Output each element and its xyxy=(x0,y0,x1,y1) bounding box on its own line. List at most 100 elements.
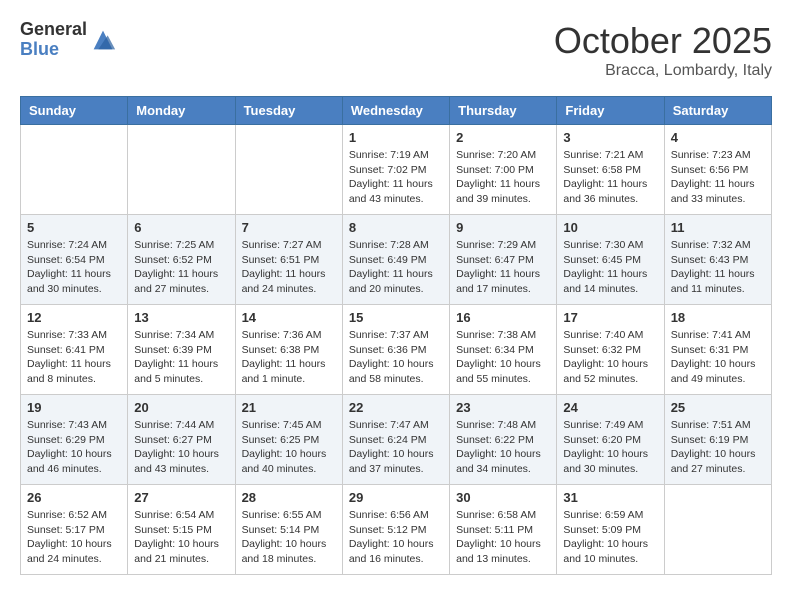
week-row-3: 12 Sunrise: 7:33 AM Sunset: 6:41 PM Dayli… xyxy=(21,305,772,395)
calendar-cell: 1 Sunrise: 7:19 AM Sunset: 7:02 PM Daylig… xyxy=(342,125,449,215)
day-number: 26 xyxy=(27,490,121,505)
day-info: Sunrise: 7:23 AM Sunset: 6:56 PM Dayligh… xyxy=(671,148,765,207)
day-number: 21 xyxy=(242,400,336,415)
header-friday: Friday xyxy=(557,97,664,125)
day-info: Sunrise: 7:24 AM Sunset: 6:54 PM Dayligh… xyxy=(27,238,121,297)
calendar-cell: 30Sunrise: 6:58 AM Sunset: 5:11 PM Dayli… xyxy=(450,485,557,575)
calendar-cell: 31 Sunrise: 6:59 AM Sunset: 5:09 PM Dayli… xyxy=(557,485,664,575)
day-info: Sunrise: 7:36 AM Sunset: 6:38 PM Dayligh… xyxy=(242,328,336,387)
day-number: 24 xyxy=(563,400,657,415)
day-info: Sunrise: 7:20 AM Sunset: 7:00 PM Dayligh… xyxy=(456,148,550,207)
day-number: 20 xyxy=(134,400,228,415)
day-info: Sunrise: 6:59 AM Sunset: 5:09 PM Dayligh… xyxy=(563,508,657,567)
calendar-cell xyxy=(128,125,235,215)
day-info: Sunrise: 7:45 AM Sunset: 6:25 PM Dayligh… xyxy=(242,418,336,477)
day-number: 5 xyxy=(27,220,121,235)
day-info: Sunrise: 7:43 AM Sunset: 6:29 PM Dayligh… xyxy=(27,418,121,477)
header-saturday: Saturday xyxy=(664,97,771,125)
day-number: 7 xyxy=(242,220,336,235)
calendar-cell: 20 Sunrise: 7:44 AM Sunset: 6:27 PM Dayli… xyxy=(128,395,235,485)
day-number: 18 xyxy=(671,310,765,325)
logo-blue-text: Blue xyxy=(20,40,87,60)
calendar-cell xyxy=(235,125,342,215)
day-info: Sunrise: 7:28 AM Sunset: 6:49 PM Dayligh… xyxy=(349,238,443,297)
week-row-4: 19 Sunrise: 7:43 AM Sunset: 6:29 PM Dayli… xyxy=(21,395,772,485)
day-info: Sunrise: 7:49 AM Sunset: 6:20 PM Dayligh… xyxy=(563,418,657,477)
day-info: Sunrise: 7:47 AM Sunset: 6:24 PM Dayligh… xyxy=(349,418,443,477)
calendar-cell: 12 Sunrise: 7:33 AM Sunset: 6:41 PM Dayli… xyxy=(21,305,128,395)
day-number: 3 xyxy=(563,130,657,145)
day-info: Sunrise: 7:44 AM Sunset: 6:27 PM Dayligh… xyxy=(134,418,228,477)
day-info: Sunrise: 7:48 AM Sunset: 6:22 PM Dayligh… xyxy=(456,418,550,477)
location-subtitle: Bracca, Lombardy, Italy xyxy=(554,62,772,80)
day-info: Sunrise: 7:27 AM Sunset: 6:51 PM Dayligh… xyxy=(242,238,336,297)
day-number: 17 xyxy=(563,310,657,325)
logo: General Blue xyxy=(20,20,117,60)
day-number: 27 xyxy=(134,490,228,505)
week-row-5: 26Sunrise: 6:52 AM Sunset: 5:17 PM Dayli… xyxy=(21,485,772,575)
day-info: Sunrise: 7:30 AM Sunset: 6:45 PM Dayligh… xyxy=(563,238,657,297)
calendar-cell: 9Sunrise: 7:29 AM Sunset: 6:47 PM Daylig… xyxy=(450,215,557,305)
calendar-cell: 7 Sunrise: 7:27 AM Sunset: 6:51 PM Daylig… xyxy=(235,215,342,305)
day-info: Sunrise: 6:56 AM Sunset: 5:12 PM Dayligh… xyxy=(349,508,443,567)
day-number: 12 xyxy=(27,310,121,325)
header-tuesday: Tuesday xyxy=(235,97,342,125)
calendar-cell xyxy=(664,485,771,575)
calendar-cell: 22 Sunrise: 7:47 AM Sunset: 6:24 PM Dayli… xyxy=(342,395,449,485)
day-number: 25 xyxy=(671,400,765,415)
calendar-table: SundayMondayTuesdayWednesdayThursdayFrid… xyxy=(20,96,772,575)
day-info: Sunrise: 7:19 AM Sunset: 7:02 PM Dayligh… xyxy=(349,148,443,207)
header-wednesday: Wednesday xyxy=(342,97,449,125)
day-info: Sunrise: 7:40 AM Sunset: 6:32 PM Dayligh… xyxy=(563,328,657,387)
calendar-cell: 27 Sunrise: 6:54 AM Sunset: 5:15 PM Dayli… xyxy=(128,485,235,575)
day-number: 31 xyxy=(563,490,657,505)
calendar-cell: 23 Sunrise: 7:48 AM Sunset: 6:22 PM Dayli… xyxy=(450,395,557,485)
day-info: Sunrise: 7:29 AM Sunset: 6:47 PM Dayligh… xyxy=(456,238,550,297)
day-number: 16 xyxy=(456,310,550,325)
calendar-cell: 2 Sunrise: 7:20 AM Sunset: 7:00 PM Daylig… xyxy=(450,125,557,215)
calendar-cell: 18Sunrise: 7:41 AM Sunset: 6:31 PM Dayli… xyxy=(664,305,771,395)
title-block: October 2025 Bracca, Lombardy, Italy xyxy=(554,20,772,80)
day-number: 4 xyxy=(671,130,765,145)
calendar-cell: 8 Sunrise: 7:28 AM Sunset: 6:49 PM Daylig… xyxy=(342,215,449,305)
day-number: 28 xyxy=(242,490,336,505)
calendar-cell: 16Sunrise: 7:38 AM Sunset: 6:34 PM Dayli… xyxy=(450,305,557,395)
calendar-cell: 25 Sunrise: 7:51 AM Sunset: 6:19 PM Dayli… xyxy=(664,395,771,485)
day-info: Sunrise: 6:55 AM Sunset: 5:14 PM Dayligh… xyxy=(242,508,336,567)
day-number: 11 xyxy=(671,220,765,235)
day-number: 15 xyxy=(349,310,443,325)
day-info: Sunrise: 6:58 AM Sunset: 5:11 PM Dayligh… xyxy=(456,508,550,567)
calendar-cell: 10 Sunrise: 7:30 AM Sunset: 6:45 PM Dayli… xyxy=(557,215,664,305)
day-info: Sunrise: 7:33 AM Sunset: 6:41 PM Dayligh… xyxy=(27,328,121,387)
month-title: October 2025 xyxy=(554,20,772,62)
calendar-cell: 19 Sunrise: 7:43 AM Sunset: 6:29 PM Dayli… xyxy=(21,395,128,485)
day-number: 14 xyxy=(242,310,336,325)
day-number: 22 xyxy=(349,400,443,415)
day-info: Sunrise: 7:51 AM Sunset: 6:19 PM Dayligh… xyxy=(671,418,765,477)
header-monday: Monday xyxy=(128,97,235,125)
calendar-cell: 29Sunrise: 6:56 AM Sunset: 5:12 PM Dayli… xyxy=(342,485,449,575)
day-number: 23 xyxy=(456,400,550,415)
calendar-cell: 28 Sunrise: 6:55 AM Sunset: 5:14 PM Dayli… xyxy=(235,485,342,575)
day-number: 8 xyxy=(349,220,443,235)
calendar-cell: 13Sunrise: 7:34 AM Sunset: 6:39 PM Dayli… xyxy=(128,305,235,395)
calendar-cell: 5 Sunrise: 7:24 AM Sunset: 6:54 PM Daylig… xyxy=(21,215,128,305)
calendar-cell: 11 Sunrise: 7:32 AM Sunset: 6:43 PM Dayli… xyxy=(664,215,771,305)
day-info: Sunrise: 7:37 AM Sunset: 6:36 PM Dayligh… xyxy=(349,328,443,387)
calendar-cell xyxy=(21,125,128,215)
day-info: Sunrise: 7:32 AM Sunset: 6:43 PM Dayligh… xyxy=(671,238,765,297)
day-number: 2 xyxy=(456,130,550,145)
week-row-2: 5 Sunrise: 7:24 AM Sunset: 6:54 PM Daylig… xyxy=(21,215,772,305)
page-header: General Blue October 2025 Bracca, Lombar… xyxy=(20,20,772,80)
calendar-cell: 26Sunrise: 6:52 AM Sunset: 5:17 PM Dayli… xyxy=(21,485,128,575)
header-sunday: Sunday xyxy=(21,97,128,125)
day-number: 19 xyxy=(27,400,121,415)
day-number: 1 xyxy=(349,130,443,145)
calendar-cell: 3Sunrise: 7:21 AM Sunset: 6:58 PM Daylig… xyxy=(557,125,664,215)
day-number: 6 xyxy=(134,220,228,235)
header-thursday: Thursday xyxy=(450,97,557,125)
calendar-cell: 21 Sunrise: 7:45 AM Sunset: 6:25 PM Dayli… xyxy=(235,395,342,485)
day-info: Sunrise: 6:54 AM Sunset: 5:15 PM Dayligh… xyxy=(134,508,228,567)
day-number: 10 xyxy=(563,220,657,235)
calendar-cell: 14 Sunrise: 7:36 AM Sunset: 6:38 PM Dayli… xyxy=(235,305,342,395)
